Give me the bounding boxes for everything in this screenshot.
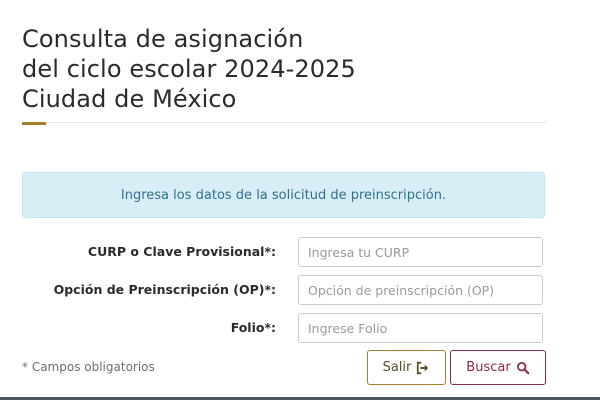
folio-label: Folio*: [230,320,276,335]
title-accent-bar [22,122,46,125]
search-button-label: Buscar [466,360,511,375]
folio-input[interactable] [298,313,543,343]
search-button[interactable]: Buscar [450,350,546,385]
form-row-folio: Folio*: [22,313,546,343]
curp-input[interactable] [298,237,543,267]
exit-button[interactable]: Salir [367,350,446,385]
search-icon [516,361,529,374]
page-title-line-2: del ciclo escolar 2024-2025 [22,55,356,83]
page-title-line-3: Ciudad de México [22,85,237,113]
page-title-line-1: Consulta de asignación [22,25,304,53]
curp-label: CURP o Clave Provisional*: [87,244,276,259]
form-row-op: Opción de Preinscripción (OP)*: [22,275,546,305]
form-row-curp: CURP o Clave Provisional*: [22,237,546,267]
page-title: Consulta de asignación del ciclo escolar… [22,24,522,114]
info-alert: Ingresa los datos de la solicitud de pre… [22,172,545,218]
info-alert-text: Ingresa los datos de la solicitud de pre… [120,187,447,203]
title-divider [22,122,546,123]
exit-button-label: Salir [382,360,412,375]
sign-out-icon [417,361,429,374]
required-fields-note: * Campos obligatorios [22,360,155,374]
op-label: Opción de Preinscripción (OP)*: [53,282,276,297]
op-input[interactable] [298,275,543,305]
